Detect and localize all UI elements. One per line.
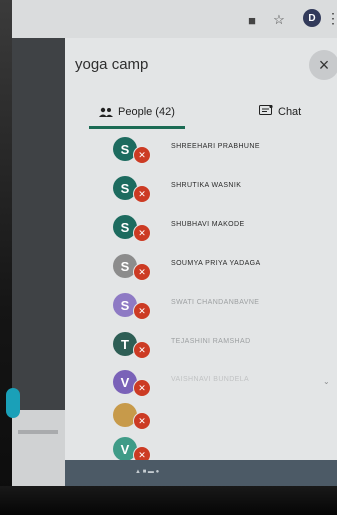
video-tile xyxy=(12,38,65,410)
mic-off-icon: ✕ xyxy=(133,146,151,164)
monitor-bezel xyxy=(0,486,337,515)
participant-row[interactable]: S ✕ SOUMYA PRIYA YADAGA xyxy=(65,251,337,281)
mic-off-icon: ✕ xyxy=(133,302,151,320)
more-vertical-icon[interactable]: ⋮ xyxy=(326,9,337,27)
monitor-screen: ■ ☆ D ⋮ ⋮ yoga camp × People (42) Chat xyxy=(6,0,337,490)
participant-name: SOUMYA PRIYA YADAGA xyxy=(171,260,261,267)
tab-people[interactable]: People (42) xyxy=(99,100,175,124)
participant-row[interactable]: S ✕ SWATI CHANDANBAVNE xyxy=(65,290,337,320)
tray-icons: ▲ ■ ▬ ● xyxy=(135,469,160,475)
tab-chat-label: Chat xyxy=(278,106,302,118)
tab-people-label: People (42) xyxy=(118,106,175,118)
participant-name: TEJASHINI RAMSHAD xyxy=(171,338,251,345)
tab-chat[interactable]: Chat xyxy=(259,100,301,124)
participant-row[interactable]: T ✕ TEJASHINI RAMSHAD xyxy=(65,329,337,359)
chevron-down-icon[interactable]: ⌄ xyxy=(323,377,330,386)
participant-name: SHREEHARI PRABHUNE xyxy=(171,143,260,150)
participant-name: SWATI CHANDANBAVNE xyxy=(171,299,260,306)
participant-name: SHRUTIKA WASNIK xyxy=(171,182,242,189)
browser-toolbar: ■ ☆ D ⋮ xyxy=(12,0,337,38)
participant-row[interactable]: S ✕ SHREEHARI PRABHUNE xyxy=(65,134,337,164)
participant-row[interactable]: ✕ xyxy=(65,400,337,430)
mic-off-icon: ✕ xyxy=(133,224,151,242)
meeting-controls-bar xyxy=(12,410,65,490)
participant-row[interactable]: S ✕ SHUBHAVI MAKODE xyxy=(65,212,337,242)
camera-icon[interactable]: ■ xyxy=(244,12,260,28)
active-tab-indicator xyxy=(89,126,185,129)
close-button[interactable]: × xyxy=(309,50,337,80)
participant-name: SHUBHAVI MAKODE xyxy=(171,221,245,228)
people-icon xyxy=(99,105,113,120)
participant-row[interactable]: S ✕ SHRUTIKA WASNIK xyxy=(65,173,337,203)
participant-row[interactable]: V ✕ VAISHNAVI BUNDELA ⌄ xyxy=(65,367,337,397)
present-indicator xyxy=(6,388,20,418)
participant-name: VAISHNAVI BUNDELA xyxy=(171,376,250,383)
side-panel: yoga camp × People (42) Chat S ✕ SHREEHA… xyxy=(65,38,337,464)
meeting-details-text xyxy=(18,430,58,434)
mic-off-icon: ✕ xyxy=(133,412,151,430)
profile-avatar[interactable]: D xyxy=(303,9,321,27)
people-list: S ✕ SHREEHARI PRABHUNE S ✕ SHRUTIKA WASN… xyxy=(65,134,337,464)
mic-off-icon: ✕ xyxy=(133,341,151,359)
mic-off-icon: ✕ xyxy=(133,263,151,281)
meeting-stage: ⋮ xyxy=(6,38,74,490)
chat-icon xyxy=(259,104,273,120)
panel-title: yoga camp xyxy=(75,56,149,73)
mic-off-icon: ✕ xyxy=(133,379,151,397)
photo-left-edge xyxy=(0,0,12,515)
mic-off-icon: ✕ xyxy=(133,185,151,203)
star-icon[interactable]: ☆ xyxy=(271,12,287,28)
